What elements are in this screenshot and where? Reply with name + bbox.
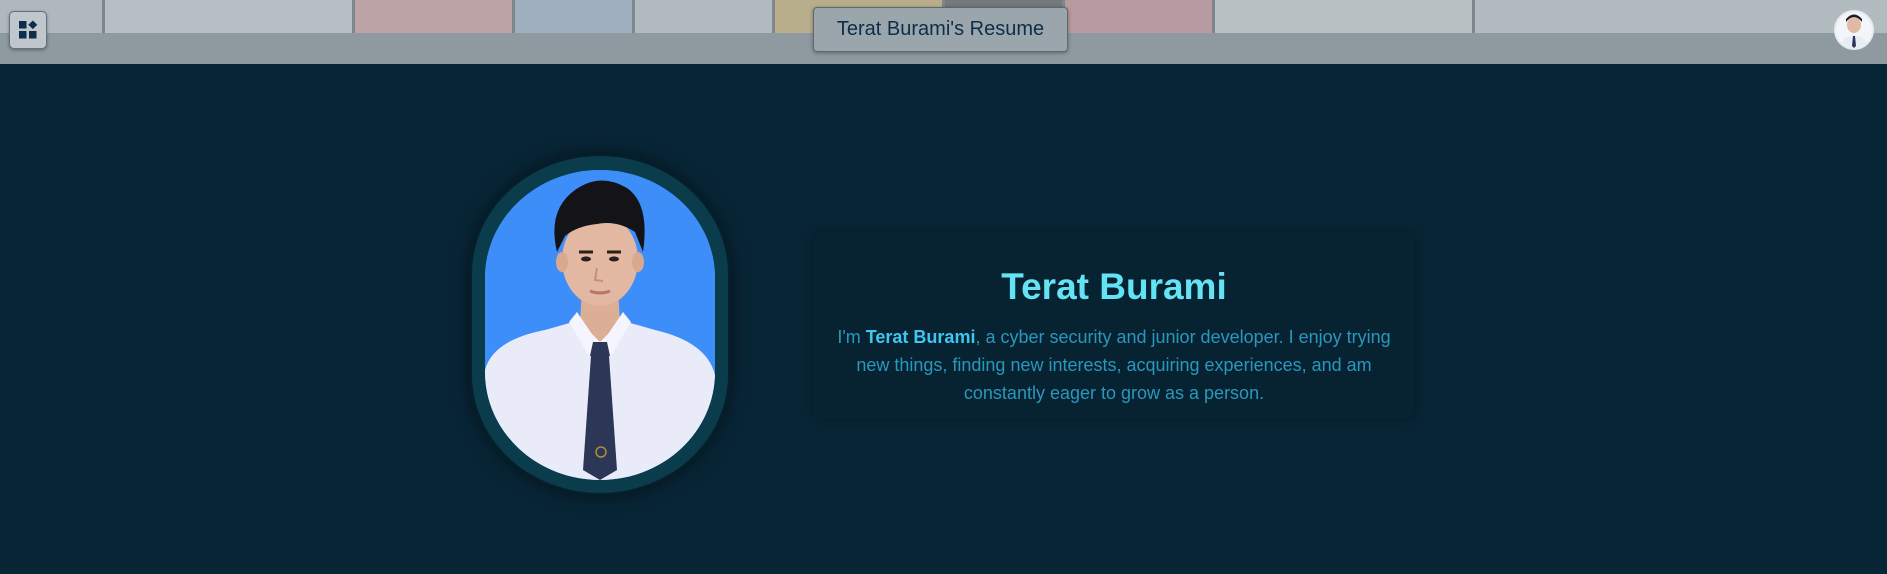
bio-prefix: I'm (837, 327, 866, 347)
bio-name-highlight: Terat Burami (865, 327, 976, 347)
profile-photo-illustration (485, 170, 715, 480)
intro-card: Terat Burami I'm Terat Burami, a cyber s… (813, 232, 1415, 419)
profile-bio: I'm Terat Burami, a cyber security and j… (828, 323, 1400, 407)
profile-photo (485, 170, 715, 480)
avatar[interactable] (1834, 10, 1874, 50)
profile-name: Terat Burami (1001, 266, 1227, 307)
top-bar: Terat Burami's Resume (0, 0, 1887, 64)
resume-title-button[interactable]: Terat Burami's Resume (813, 7, 1068, 52)
apps-grid-icon (19, 20, 38, 39)
menu-button[interactable] (9, 11, 47, 49)
profile-avatar-icon (1836, 12, 1872, 48)
